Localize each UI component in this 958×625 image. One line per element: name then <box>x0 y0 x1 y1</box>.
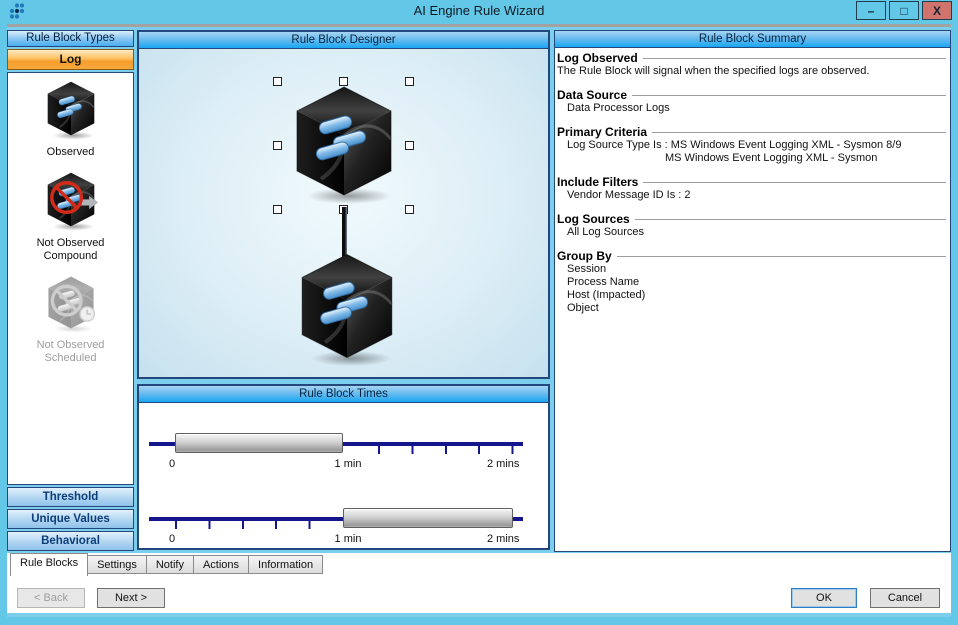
window-title: AI Engine Rule Wizard <box>0 3 958 18</box>
scale-label-2mins: 2 mins <box>487 533 519 545</box>
selection-handle[interactable] <box>273 205 282 214</box>
slider-ticks <box>175 521 312 529</box>
rule-block-designer-header: Rule Block Designer <box>139 32 548 49</box>
close-button[interactable]: X <box>922 1 952 20</box>
not-observed-compound-cube-icon <box>39 168 103 232</box>
not-observed-scheduled-cube-icon <box>40 272 102 334</box>
cancel-button[interactable]: Cancel <box>870 588 940 608</box>
selection-handle[interactable] <box>405 205 414 214</box>
tab-settings[interactable]: Settings <box>88 555 147 574</box>
type-item-not-observed-scheduled: Not Observed Scheduled <box>37 272 105 365</box>
slider-range-handle[interactable] <box>343 508 513 528</box>
category-behavioral-button[interactable]: Behavioral <box>7 531 134 551</box>
ai-engine-rule-wizard-window: AI Engine Rule Wizard – □ X Rule Block T… <box>0 0 958 625</box>
time-slider-1: 0 1 min 2 mins <box>139 402 548 472</box>
scale-label-1min: 1 min <box>325 533 371 545</box>
bottom-bar: Rule Blocks Settings Notify Actions Info… <box>7 553 951 613</box>
slider-range-handle[interactable] <box>175 433 343 453</box>
slider-ticks <box>378 446 515 454</box>
selection-handle[interactable] <box>405 141 414 150</box>
summary-section-primary-criteria: Primary Criteria Log Source Type Is : MS… <box>557 125 946 165</box>
selection-handle[interactable] <box>273 141 282 150</box>
scale-label-0: 0 <box>169 458 175 470</box>
designer-canvas[interactable] <box>139 49 548 377</box>
wizard-tabstrip: Rule Blocks Settings Notify Actions Info… <box>10 553 323 576</box>
summary-body: Log Observed The Rule Block will signal … <box>555 48 950 551</box>
minimize-button[interactable]: – <box>856 1 886 20</box>
scale-label-2mins: 2 mins <box>487 458 519 470</box>
log-observed-cube-icon <box>39 77 103 141</box>
rule-block-designer-panel: Rule Block Designer <box>137 30 550 379</box>
summary-section-log-sources: Log Sources All Log Sources <box>557 212 946 239</box>
back-button: < Back <box>17 588 85 608</box>
next-button[interactable]: Next > <box>97 588 165 608</box>
tab-notify[interactable]: Notify <box>147 555 194 574</box>
selection-handle[interactable] <box>339 77 348 86</box>
maximize-button[interactable]: □ <box>889 1 919 20</box>
type-item-observed[interactable]: Observed <box>39 77 103 159</box>
rule-block-2-cube[interactable] <box>285 245 409 369</box>
category-log-button[interactable]: Log <box>7 49 134 70</box>
rule-block-1-cube[interactable] <box>279 77 409 207</box>
rule-block-summary-panel: Rule Block Summary Log Observed The Rule… <box>554 30 951 552</box>
category-unique-values-button[interactable]: Unique Values <box>7 509 134 529</box>
rule-block-type-list: Observed Not Observed Compound Not Obser… <box>7 72 134 485</box>
summary-section-group-by: Group By Session Process Name Host (Impa… <box>557 249 946 315</box>
summary-section-include-filters: Include Filters Vendor Message ID Is : 2 <box>557 175 946 202</box>
category-threshold-button[interactable]: Threshold <box>7 487 134 507</box>
rule-block-types-header: Rule Block Types <box>7 30 134 47</box>
tab-actions[interactable]: Actions <box>194 555 249 574</box>
rule-block-summary-header: Rule Block Summary <box>555 31 950 48</box>
type-item-not-observed-compound[interactable]: Not Observed Compound <box>37 168 105 263</box>
scale-label-0: 0 <box>169 533 175 545</box>
ok-button[interactable]: OK <box>791 588 857 608</box>
tab-information[interactable]: Information <box>249 555 323 574</box>
tab-rule-blocks[interactable]: Rule Blocks <box>10 553 88 576</box>
summary-section-log-observed: Log Observed The Rule Block will signal … <box>557 51 946 78</box>
rule-block-times-header: Rule Block Times <box>139 386 548 403</box>
titlebar[interactable]: AI Engine Rule Wizard – □ X <box>0 0 958 22</box>
time-slider-2: 0 1 min 2 mins <box>139 477 548 547</box>
rule-block-times-panel: Rule Block Times 0 1 min 2 mins 0 1 min … <box>137 384 550 550</box>
selection-handle[interactable] <box>405 77 414 86</box>
summary-section-data-source: Data Source Data Processor Logs <box>557 88 946 115</box>
selection-handle[interactable] <box>273 77 282 86</box>
scale-label-1min: 1 min <box>325 458 371 470</box>
